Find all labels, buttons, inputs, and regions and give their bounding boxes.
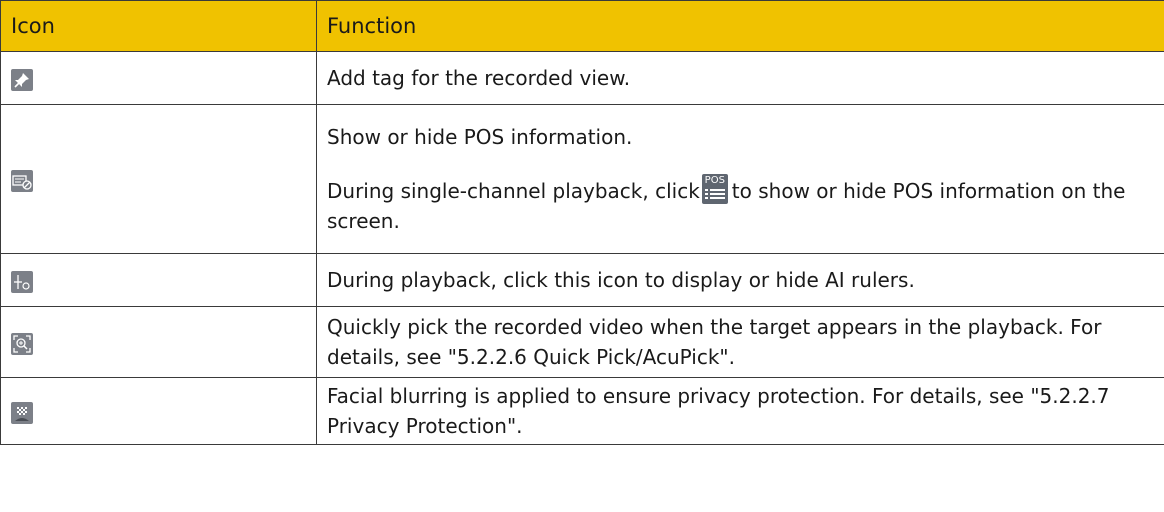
privacy-blur-icon <box>11 401 33 424</box>
table-row: Quickly pick the recorded video when the… <box>0 306 1164 378</box>
table-header-row: Icon Function <box>0 0 1164 52</box>
function-text-part: During single-channel playback, click <box>327 179 700 203</box>
icon-cell <box>0 51 317 105</box>
pin-icon <box>11 68 33 91</box>
ai-ruler-icon <box>11 270 33 293</box>
function-text: Facial blurring is applied to ensure pri… <box>327 384 1110 438</box>
function-text-2: During single-channel playback, click POS… <box>327 174 1154 236</box>
header-function: Function <box>316 0 1164 52</box>
table-row: Show or hide POS information. During sin… <box>0 104 1164 254</box>
icon-function-table: Icon Function Add tag for the recorded v… <box>0 0 1164 445</box>
header-icon: Icon <box>0 0 317 52</box>
icon-cell <box>0 104 317 254</box>
function-cell: Quickly pick the recorded video when the… <box>316 306 1164 378</box>
icon-cell <box>0 377 317 445</box>
table-row: During playback, click this icon to disp… <box>0 253 1164 307</box>
function-text: Quickly pick the recorded video when the… <box>327 315 1102 369</box>
pos-icon-label: POS <box>704 175 725 186</box>
icon-cell <box>0 253 317 307</box>
table-row: Add tag for the recorded view. <box>0 51 1164 105</box>
function-text: Show or hide POS information. <box>327 125 633 149</box>
function-cell: Add tag for the recorded view. <box>316 51 1164 105</box>
function-text: Add tag for the recorded view. <box>327 66 631 90</box>
function-text: During playback, click this icon to disp… <box>327 268 915 292</box>
function-cell: During playback, click this icon to disp… <box>316 253 1164 307</box>
quick-pick-icon <box>11 332 33 355</box>
icon-cell <box>0 306 317 378</box>
pos-hide-icon <box>11 169 33 192</box>
pos-icon[interactable]: POS <box>701 174 728 204</box>
table-row: Facial blurring is applied to ensure pri… <box>0 377 1164 445</box>
function-cell: Show or hide POS information. During sin… <box>316 104 1164 254</box>
function-cell: Facial blurring is applied to ensure pri… <box>316 377 1164 445</box>
